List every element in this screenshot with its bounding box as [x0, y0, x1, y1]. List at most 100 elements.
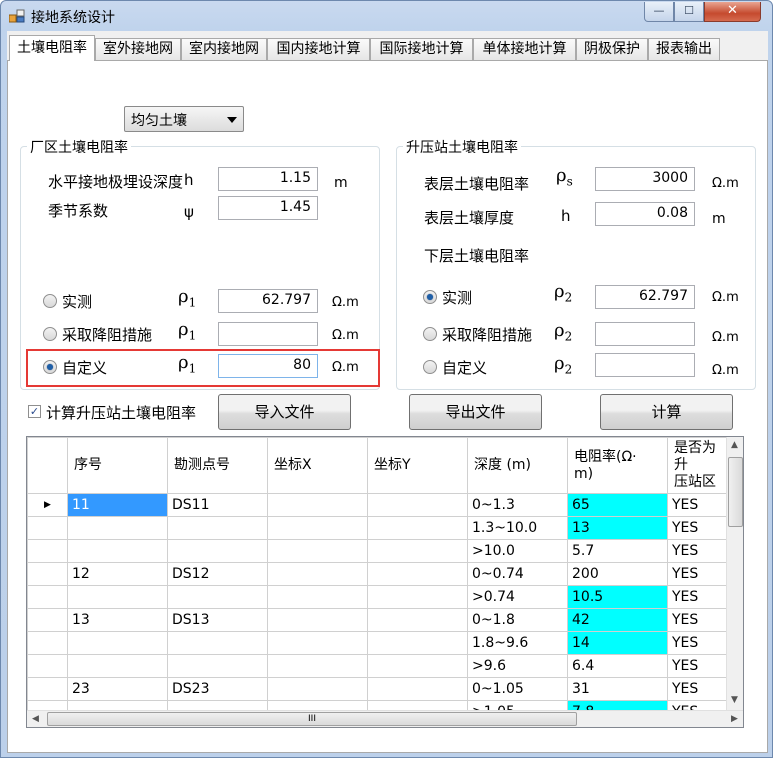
cell-resistivity[interactable]: 65	[567, 493, 668, 517]
substation-measured-input[interactable]: 62.797	[595, 285, 695, 309]
cell-point[interactable]: DS12	[167, 562, 268, 586]
plant-measured-input[interactable]: 62.797	[218, 289, 318, 313]
cell-x[interactable]	[267, 654, 368, 678]
column-header-x[interactable]: 坐标X	[267, 437, 368, 494]
import-file-button[interactable]: 导入文件	[218, 394, 351, 430]
cell-point[interactable]: DS11	[167, 493, 268, 517]
tab-report-output[interactable]: 报表输出	[648, 38, 720, 60]
substation-reduction-radio[interactable]	[423, 327, 437, 341]
cell-y[interactable]	[367, 631, 468, 655]
tab-domestic-calc[interactable]: 国内接地计算	[267, 38, 370, 60]
cell-no[interactable]: 23	[67, 677, 168, 701]
row-header[interactable]: ▶	[27, 493, 68, 517]
table-row[interactable]: 23 DS23 0~1.05 31 YES	[27, 677, 728, 701]
table-row[interactable]: >10.0 5.7 YES	[27, 539, 728, 563]
cell-substation[interactable]: YES	[667, 585, 728, 609]
cell-x[interactable]	[267, 677, 368, 701]
export-file-button[interactable]: 导出文件	[409, 394, 542, 430]
plant-reduction-input[interactable]	[218, 322, 318, 346]
surface-rho-input[interactable]: 3000	[595, 167, 695, 191]
row-header[interactable]	[27, 654, 68, 678]
vertical-scroll-thumb[interactable]	[728, 457, 743, 527]
cell-no[interactable]	[67, 654, 168, 678]
column-header-y[interactable]: 坐标Y	[367, 437, 468, 494]
column-header-substation[interactable]: 是否为升 压站区	[667, 437, 728, 494]
cell-depth[interactable]: 0~1.3	[467, 493, 568, 517]
cell-no[interactable]	[67, 585, 168, 609]
maximize-button[interactable]: ☐	[674, 2, 704, 22]
grid-horizontal-scrollbar[interactable]: ◀ III ▶	[27, 710, 743, 727]
cell-depth[interactable]: >0.74	[467, 585, 568, 609]
cell-no[interactable]: 11	[67, 493, 168, 517]
cell-y[interactable]	[367, 608, 468, 632]
table-row[interactable]: 12 DS12 0~0.74 200 YES	[27, 562, 728, 586]
table-row[interactable]: 1.3~10.0 13 YES	[27, 516, 728, 540]
cell-no[interactable]	[67, 516, 168, 540]
cell-x[interactable]	[267, 562, 368, 586]
tab-outdoor-grid[interactable]: 室外接地网	[95, 38, 181, 60]
horizontal-scroll-thumb[interactable]: III	[47, 712, 577, 726]
calc-substation-checkbox[interactable]: ✓	[28, 405, 41, 418]
cell-resistivity[interactable]: 6.4	[567, 654, 668, 678]
depth-input[interactable]: 1.15	[218, 167, 318, 191]
cell-no[interactable]: 12	[67, 562, 168, 586]
cell-point[interactable]	[167, 654, 268, 678]
cell-depth[interactable]: 1.8~9.6	[467, 631, 568, 655]
cell-point[interactable]	[167, 585, 268, 609]
scroll-left-icon[interactable]: ◀	[32, 714, 39, 724]
grid-vertical-scrollbar[interactable]: ▲ ▼	[726, 437, 743, 712]
cell-x[interactable]	[267, 539, 368, 563]
cell-point[interactable]: DS13	[167, 608, 268, 632]
cell-resistivity[interactable]: 200	[567, 562, 668, 586]
substation-custom-input[interactable]	[595, 353, 695, 377]
close-button[interactable]: ✕	[704, 2, 761, 22]
cell-point[interactable]: DS23	[167, 677, 268, 701]
cell-resistivity[interactable]: 13	[567, 516, 668, 540]
cell-y[interactable]	[367, 654, 468, 678]
cell-no[interactable]	[67, 631, 168, 655]
cell-y[interactable]	[367, 677, 468, 701]
table-row[interactable]: 1.8~9.6 14 YES	[27, 631, 728, 655]
substation-reduction-input[interactable]	[595, 322, 695, 346]
scroll-down-icon[interactable]: ▼	[731, 695, 738, 705]
cell-x[interactable]	[267, 493, 368, 517]
cell-substation[interactable]: YES	[667, 608, 728, 632]
calculate-button[interactable]: 计算	[600, 394, 733, 430]
survey-data-grid[interactable]: 序号 勘测点号 坐标X 坐标Y 深度 (m) 电阻率(Ω· m) 是否为升 压站…	[26, 436, 744, 728]
cell-substation[interactable]: YES	[667, 516, 728, 540]
substation-custom-radio[interactable]	[423, 360, 437, 374]
scroll-right-icon[interactable]: ▶	[731, 714, 738, 724]
cell-point[interactable]	[167, 516, 268, 540]
plant-measured-radio[interactable]	[43, 294, 57, 308]
cell-depth[interactable]: 0~1.05	[467, 677, 568, 701]
cell-substation[interactable]: YES	[667, 677, 728, 701]
substation-measured-radio[interactable]	[423, 290, 437, 304]
tab-soil-resistivity[interactable]: 土壤电阻率	[9, 35, 95, 61]
season-input[interactable]: 1.45	[218, 196, 318, 220]
title-bar[interactable]: 接地系统设计 — ☐ ✕	[1, 1, 772, 31]
cell-y[interactable]	[367, 516, 468, 540]
row-header[interactable]	[27, 539, 68, 563]
tab-indoor-grid[interactable]: 室内接地网	[181, 38, 267, 60]
scroll-up-icon[interactable]: ▲	[731, 440, 738, 450]
cell-x[interactable]	[267, 608, 368, 632]
cell-depth[interactable]: 1.3~10.0	[467, 516, 568, 540]
cell-x[interactable]	[267, 516, 368, 540]
cell-depth[interactable]: >9.6	[467, 654, 568, 678]
cell-substation[interactable]: YES	[667, 493, 728, 517]
cell-y[interactable]	[367, 585, 468, 609]
soil-type-select[interactable]: 均匀土壤	[124, 106, 244, 132]
table-row[interactable]: >0.74 10.5 YES	[27, 585, 728, 609]
cell-y[interactable]	[367, 539, 468, 563]
cell-resistivity[interactable]: 5.7	[567, 539, 668, 563]
cell-resistivity[interactable]: 10.5	[567, 585, 668, 609]
cell-substation[interactable]: YES	[667, 631, 728, 655]
tab-cathodic-protection[interactable]: 阴极保护	[576, 38, 648, 60]
minimize-button[interactable]: —	[644, 2, 674, 22]
plant-reduction-radio[interactable]	[43, 327, 57, 341]
cell-resistivity[interactable]: 31	[567, 677, 668, 701]
surface-thickness-input[interactable]: 0.08	[595, 202, 695, 226]
tab-single-calc[interactable]: 单体接地计算	[473, 38, 576, 60]
row-header[interactable]	[27, 585, 68, 609]
column-header-point[interactable]: 勘测点号	[167, 437, 268, 494]
